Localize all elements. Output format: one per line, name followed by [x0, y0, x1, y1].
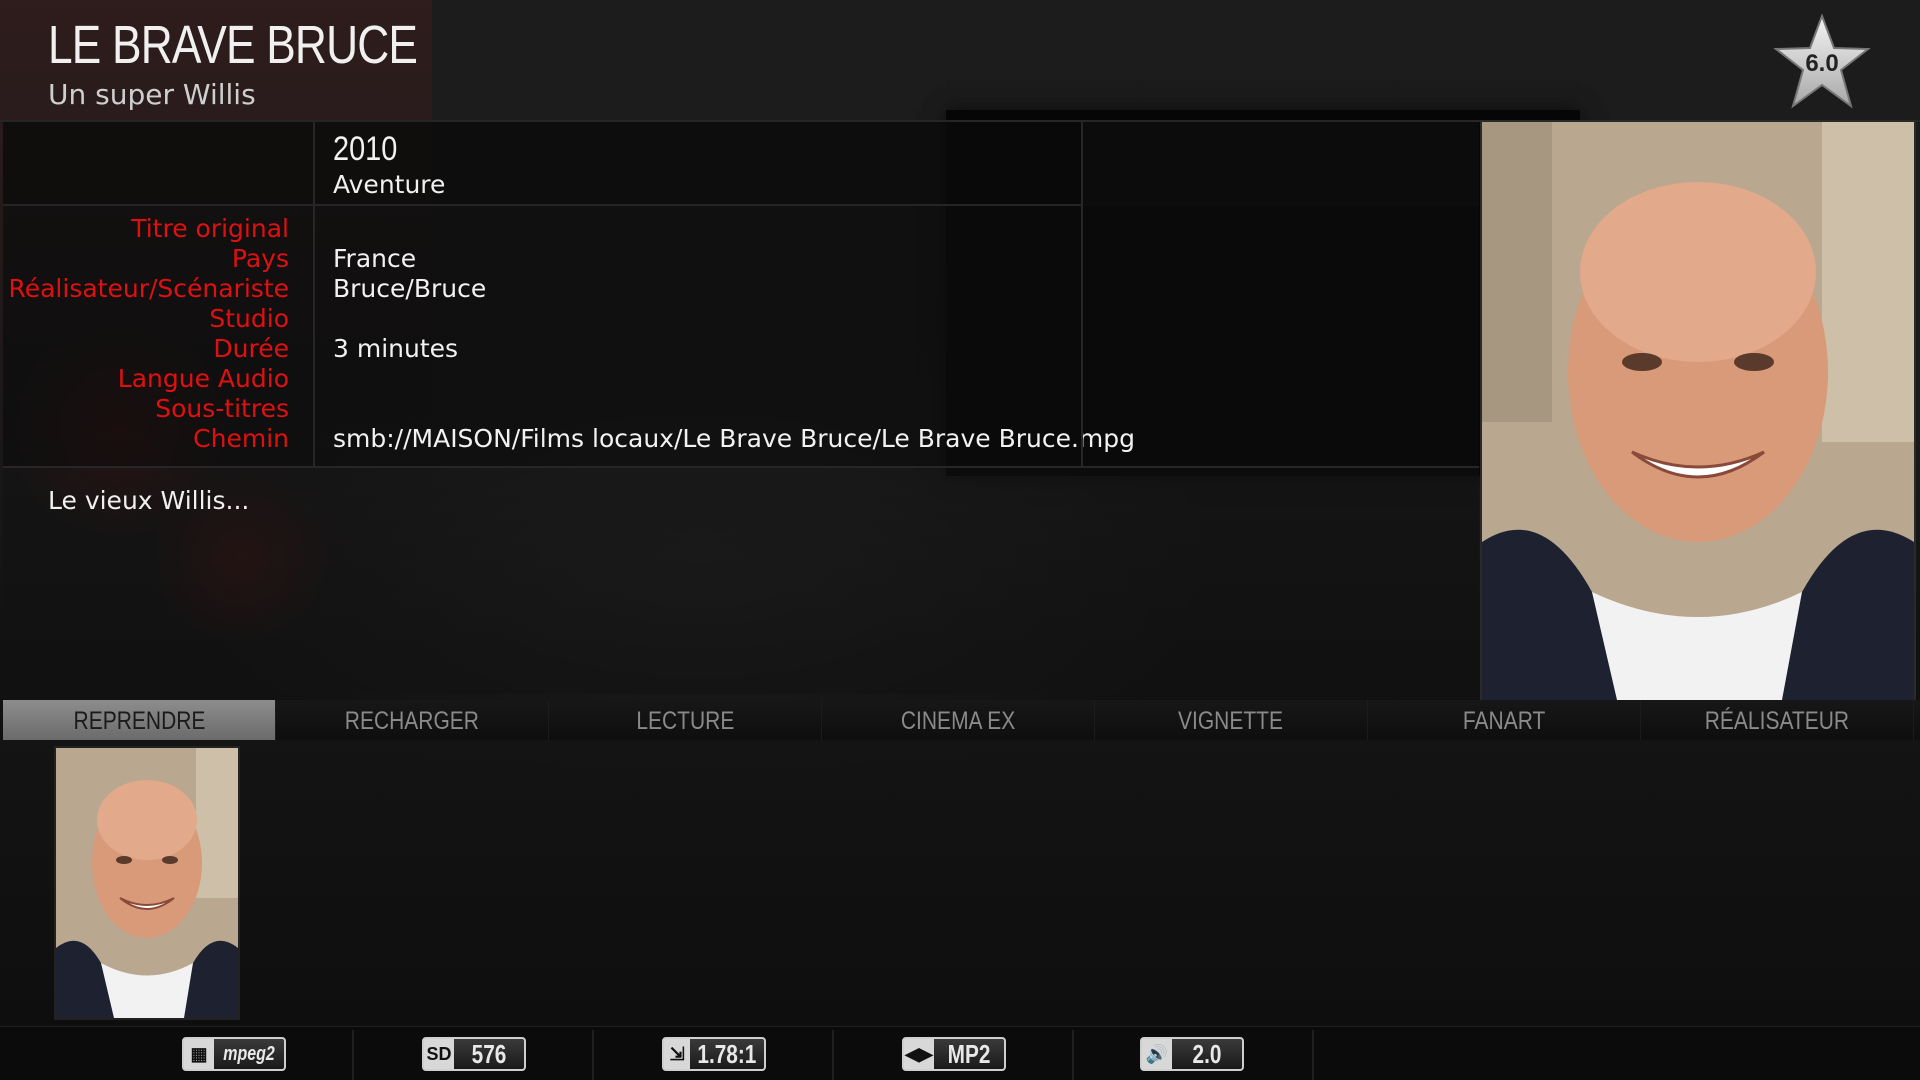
flag-separator	[832, 1030, 834, 1080]
value-path: smb://MAISON/Films locaux/Le Brave Bruce…	[333, 424, 1136, 453]
lower-panel	[0, 740, 1920, 1030]
label-path: Chemin	[193, 424, 289, 453]
movie-info-screen: LE BRAVE BRUCE Un super Willis 6.0 2010 …	[0, 0, 1920, 1080]
info-panel: 2010 Aventure Titre original Pays Réalis…	[3, 122, 1479, 694]
details-table: Titre original Pays Réalisateur/Scénaris…	[3, 206, 1479, 468]
movie-year: 2010	[333, 130, 398, 168]
aspect-ratio-icon: ⇲	[664, 1039, 691, 1069]
portrait-illustration	[1482, 122, 1914, 700]
audio-channels-icon: 🔊	[1142, 1039, 1172, 1069]
tab-cinema-ex[interactable]: CINEMA EX	[822, 700, 1095, 740]
poster-image	[1480, 120, 1916, 702]
label-audio-language: Langue Audio	[117, 364, 289, 393]
label-studio: Studio	[209, 304, 289, 333]
tab-label: FANART	[1462, 707, 1546, 735]
flag-text: 1.78:1	[697, 1038, 757, 1069]
tab-fanart[interactable]: FANART	[1368, 700, 1641, 740]
rating-value: 6.0	[1805, 50, 1839, 77]
action-tabs: REPRENDRE RECHARGER LECTURE CINEMA EX VI…	[3, 700, 1920, 740]
column-divider-right	[1081, 122, 1083, 466]
header: LE BRAVE BRUCE Un super Willis 6.0	[0, 0, 1920, 122]
movie-plot: Le vieux Willis...	[48, 486, 250, 515]
value-country: France	[333, 244, 417, 273]
thumbnail-image[interactable]	[54, 746, 240, 1020]
media-flags-bar: ▦ mpeg2 SD 576 ⇲ 1.78:1 ◀▶ MP2 🔊 2.0	[0, 1026, 1920, 1080]
year-genre-row: 2010 Aventure	[3, 122, 1081, 206]
tab-label: REPRENDRE	[73, 707, 205, 735]
tab-realisateur[interactable]: RÉALISATEUR	[1641, 700, 1914, 740]
flag-separator	[592, 1030, 594, 1080]
video-codec-icon: ▦	[184, 1039, 214, 1069]
flag-text: MP2	[947, 1038, 991, 1069]
label-country: Pays	[231, 244, 289, 273]
thumbnail-portrait	[56, 748, 238, 1018]
value-duration: 3 minutes	[333, 334, 459, 363]
tab-lecture[interactable]: LECTURE	[549, 700, 822, 740]
flag-resolution: SD 576	[422, 1037, 526, 1071]
flag-separator	[352, 1030, 354, 1080]
tab-vignette[interactable]: VIGNETTE	[1095, 700, 1368, 740]
tab-reprendre[interactable]: REPRENDRE	[3, 700, 276, 740]
audio-codec-icon: ◀▶	[904, 1039, 934, 1069]
flag-separator	[1312, 1030, 1314, 1080]
tab-label: LECTURE	[635, 707, 735, 735]
flag-aspect-ratio: ⇲ 1.78:1	[662, 1037, 766, 1071]
tab-recharger[interactable]: RECHARGER	[276, 700, 549, 740]
label-duration: Durée	[213, 334, 289, 363]
flag-text: 576	[471, 1038, 507, 1069]
flag-audio-channels: 🔊 2.0	[1140, 1037, 1244, 1071]
movie-tagline: Un super Willis	[48, 78, 256, 111]
flag-text: mpeg2	[223, 1042, 275, 1065]
value-director-writer: Bruce/Bruce	[333, 274, 487, 303]
rating-badge: 6.0	[1772, 14, 1872, 110]
movie-title: LE BRAVE BRUCE	[48, 15, 418, 75]
flag-video-codec: ▦ mpeg2	[182, 1037, 286, 1071]
label-subtitles: Sous-titres	[155, 394, 289, 423]
movie-genre: Aventure	[333, 170, 446, 199]
tab-label: RECHARGER	[344, 707, 480, 735]
sd-icon: SD	[424, 1039, 454, 1069]
label-original-title: Titre original	[131, 214, 289, 243]
column-divider	[313, 122, 315, 466]
flag-text: 2.0	[1192, 1038, 1222, 1069]
tab-label: CINEMA EX	[900, 707, 1016, 735]
flag-audio-codec: ◀▶ MP2	[902, 1037, 1006, 1071]
flag-separator	[1072, 1030, 1074, 1080]
tab-label: VIGNETTE	[1178, 707, 1284, 735]
tab-label: RÉALISATEUR	[1704, 707, 1850, 735]
label-director-writer: Réalisateur/Scénariste	[8, 274, 289, 303]
